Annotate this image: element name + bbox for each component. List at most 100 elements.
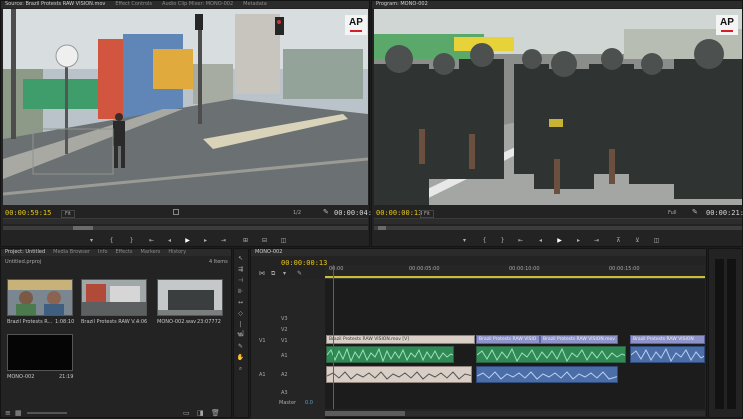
tab-sequence[interactable]: MONO-002 [255, 249, 282, 256]
video-clip[interactable]: Brazil Protests RAW VISION.mov [540, 335, 618, 344]
go-to-in-icon[interactable]: ⇤ [147, 237, 156, 245]
tab-effects[interactable]: Effects [116, 249, 133, 256]
lift-icon[interactable]: ⊼ [614, 237, 623, 245]
track-a2-label[interactable]: A2 [281, 372, 288, 378]
timeline-wrench-icon[interactable]: ✎ [297, 270, 302, 277]
source-video-frame[interactable]: AP [3, 9, 368, 205]
program-step-forward-icon[interactable]: ▸ [574, 237, 583, 245]
tab-info[interactable]: Info [98, 249, 107, 256]
playhead[interactable] [333, 265, 334, 409]
tab-audio-clip-mixer[interactable]: Audio Clip Mixer: MONO-002 [162, 1, 233, 8]
timeline-timecode[interactable]: 00:00:00:13 [281, 259, 327, 267]
audio-clip[interactable] [630, 346, 705, 363]
source-a-patch[interactable]: A1 [259, 372, 266, 378]
go-to-out-icon[interactable]: ⇥ [219, 237, 228, 245]
program-current-timecode[interactable]: 00:00:00:13 [376, 209, 422, 217]
program-video-frame[interactable]: AP [374, 9, 742, 205]
video-clip[interactable]: Brazil Protests RAW VISION.mov [V] [326, 335, 475, 344]
source-v-patch[interactable]: V1 [259, 338, 266, 344]
master-volume-value[interactable]: 0.0 [305, 400, 313, 406]
source-resolution-dropdown[interactable]: 1/2 [293, 210, 301, 216]
rate-stretch-icon[interactable]: ↔ [236, 298, 245, 307]
tab-program[interactable]: Program: MONO-002 [376, 1, 428, 8]
slide-tool-icon[interactable]: ⇹ [236, 331, 245, 340]
source-current-timecode[interactable]: 00:00:59:15 [5, 209, 51, 217]
new-bin-icon[interactable]: ▭ [183, 409, 190, 417]
project-item-name[interactable]: Brazil Protests R... [7, 319, 52, 325]
project-thumbnail[interactable] [157, 279, 223, 316]
slip-tool-icon[interactable]: |↔| [236, 320, 245, 337]
video-clip[interactable]: Brazil Protests RAW VISIO [476, 335, 540, 344]
icon-view-icon[interactable]: ▦ [15, 409, 22, 417]
track-v1-label[interactable]: V1 [281, 338, 288, 344]
hand-tool-icon[interactable]: ✋ [236, 353, 245, 362]
razor-tool-icon[interactable]: ◇ [236, 309, 245, 318]
program-play-icon[interactable]: ▶ [555, 237, 564, 245]
overwrite-icon[interactable]: ⊟ [260, 237, 269, 245]
export-frame-icon[interactable]: ◫ [279, 237, 288, 245]
add-marker-icon[interactable]: ▾ [283, 270, 286, 277]
program-time-ruler[interactable] [374, 218, 742, 224]
mark-out-button-icon[interactable]: } [127, 237, 136, 245]
tab-metadata[interactable]: Metadata [243, 1, 267, 8]
zoom-slider[interactable] [27, 412, 67, 414]
program-wrench-icon[interactable]: ✎ [692, 208, 698, 216]
timeline-ruler[interactable]: 00:00 00:00:05:00 00:00:10:00 00:00:15:0… [325, 265, 705, 279]
timeline-scroll-bar[interactable] [325, 411, 705, 416]
project-thumbnail[interactable] [7, 279, 73, 316]
selection-tool-icon[interactable]: ↖ [236, 254, 245, 263]
rolling-edit-icon[interactable]: ⊪ [236, 287, 245, 296]
play-icon[interactable]: ▶ [183, 237, 192, 245]
project-thumbnail[interactable] [7, 334, 73, 371]
tab-history[interactable]: History [168, 249, 186, 256]
video-clip[interactable]: Brazil Protests RAW VISION [630, 335, 705, 344]
program-fit-dropdown[interactable]: Fit [420, 210, 434, 218]
step-forward-icon[interactable]: ▸ [201, 237, 210, 245]
audio-clip[interactable] [326, 366, 472, 383]
extract-icon[interactable]: ⊻ [633, 237, 642, 245]
insert-icon[interactable]: ⊞ [241, 237, 250, 245]
source-fit-dropdown[interactable]: Fit [61, 210, 75, 218]
audio-clip[interactable] [476, 346, 626, 363]
source-time-ruler[interactable] [3, 218, 368, 224]
project-item-name[interactable]: MONO-002 [7, 374, 34, 380]
step-back-icon[interactable]: ◂ [165, 237, 174, 245]
new-item-icon[interactable]: ◨ [197, 409, 204, 417]
track-a3-label[interactable]: A3 [281, 390, 288, 396]
program-go-to-out-icon[interactable]: ⇥ [592, 237, 601, 245]
audio-clip[interactable] [326, 346, 454, 363]
program-go-to-in-icon[interactable]: ⇤ [516, 237, 525, 245]
mark-in-icon[interactable]: ▾ [87, 237, 96, 245]
program-export-frame-icon[interactable]: ◫ [652, 237, 661, 245]
track-select-icon[interactable]: ⇶ [236, 265, 245, 274]
track-v3-label[interactable]: V3 [281, 316, 288, 322]
source-wrench-icon[interactable]: ✎ [323, 208, 329, 216]
tab-effect-controls[interactable]: Effect Controls [115, 1, 152, 8]
source-scroll-bar[interactable] [3, 226, 368, 230]
pen-tool-icon[interactable]: ✎ [236, 342, 245, 351]
tab-project[interactable]: Project: Untitled [5, 249, 45, 256]
program-mark-out-icon[interactable]: } [498, 237, 507, 245]
project-thumbnail[interactable] [81, 279, 147, 316]
program-step-back-icon[interactable]: ◂ [536, 237, 545, 245]
program-resolution-dropdown[interactable]: Full [668, 210, 677, 216]
project-item-name[interactable]: Brazil Protests RAW V... [81, 319, 139, 325]
snap-icon[interactable]: ⋈ [259, 270, 265, 277]
program-scroll-bar[interactable] [374, 226, 742, 230]
ripple-edit-icon[interactable]: ⊣ [236, 276, 245, 285]
program-mark-in-icon[interactable]: { [480, 237, 489, 245]
program-mark-icon[interactable]: ▾ [460, 237, 469, 245]
project-item-name[interactable]: MONO-002.wav [157, 319, 196, 325]
work-area-bar[interactable] [325, 276, 705, 278]
list-view-icon[interactable]: ≡ [5, 409, 11, 417]
audio-clip[interactable] [476, 366, 618, 383]
track-v2-label[interactable]: V2 [281, 327, 288, 333]
tab-media-browser[interactable]: Media Browser [53, 249, 90, 256]
source-safe-margins-icon[interactable] [173, 209, 179, 215]
linked-selection-icon[interactable]: ⧉ [271, 270, 275, 278]
zoom-tool-icon[interactable]: ⌕ [236, 364, 245, 373]
mark-in-button-icon[interactable]: { [107, 237, 116, 245]
track-a1-label[interactable]: A1 [281, 353, 288, 359]
delete-icon[interactable]: 🗑 [211, 409, 220, 417]
track-area[interactable]: Brazil Protests RAW VISION.mov [V] Brazi… [325, 265, 705, 409]
